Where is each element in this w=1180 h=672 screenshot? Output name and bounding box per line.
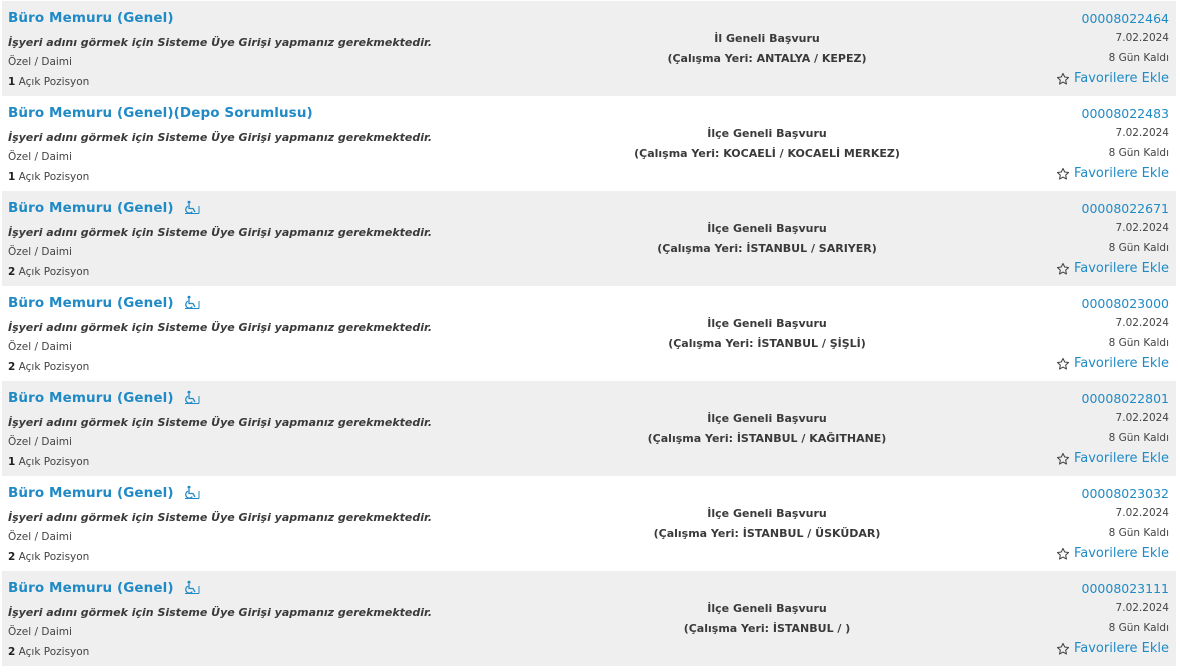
work-location: (Çalışma Yeri: İSTANBUL / SARIYER): [657, 242, 877, 255]
listing-date: 7.02.2024: [1115, 222, 1169, 234]
days-remaining: 8 Gün Kaldı: [1108, 432, 1169, 444]
employment-type: Özel / Daimi: [8, 246, 72, 258]
listing-code-link[interactable]: 00008023111: [1082, 581, 1169, 596]
job-title-link[interactable]: Büro Memuru (Genel): [8, 580, 200, 596]
listing-code-link[interactable]: 00008022801: [1082, 391, 1169, 406]
wheelchair-icon: [184, 200, 200, 214]
job-title-link[interactable]: Büro Memuru (Genel): [8, 390, 200, 406]
company-notice: İşyeri adını görmek için Sisteme Üye Gir…: [8, 511, 433, 524]
star-icon: [1056, 357, 1070, 370]
job-listing-row: Büro Memuru (Genel) İşyeri adını görmek …: [2, 476, 1176, 571]
company-notice: İşyeri adını görmek için Sisteme Üye Gir…: [8, 416, 433, 429]
job-listing-row: Büro Memuru (Genel) İşyeri adını görmek …: [2, 381, 1176, 476]
days-remaining: 8 Gün Kaldı: [1108, 147, 1169, 159]
work-location: (Çalışma Yeri: İSTANBUL / ): [683, 622, 851, 635]
add-to-favorites-button[interactable]: Favorilere Ekle: [1056, 641, 1169, 656]
company-notice: İşyeri adını görmek için Sisteme Üye Gir…: [8, 131, 433, 144]
application-scope: İlçe Geneli Başvuru: [707, 317, 827, 330]
days-remaining: 8 Gün Kaldı: [1108, 622, 1169, 634]
star-icon: [1056, 547, 1070, 560]
wheelchair-icon: [184, 390, 200, 404]
company-notice: İşyeri adını görmek için Sisteme Üye Gir…: [8, 226, 433, 239]
employment-type: Özel / Daimi: [8, 151, 72, 163]
listing-code-link[interactable]: 00008022671: [1082, 201, 1169, 216]
open-positions: 1 Açık Pozisyon: [8, 171, 90, 183]
star-icon: [1056, 642, 1070, 655]
star-icon: [1056, 167, 1070, 180]
days-remaining: 8 Gün Kaldı: [1108, 337, 1169, 349]
work-location: (Çalışma Yeri: İSTANBUL / ÜSKÜDAR): [653, 527, 881, 540]
job-listing-row: Büro Memuru (Genel) İşyeri adını görmek …: [2, 1, 1176, 96]
job-title-link[interactable]: Büro Memuru (Genel): [8, 200, 200, 216]
listing-date: 7.02.2024: [1115, 602, 1169, 614]
add-to-favorites-button[interactable]: Favorilere Ekle: [1056, 451, 1169, 466]
application-scope: İlçe Geneli Başvuru: [707, 602, 827, 615]
work-location: (Çalışma Yeri: İSTANBUL / ŞİŞLİ): [668, 337, 866, 350]
employment-type: Özel / Daimi: [8, 341, 72, 353]
job-listing-row: Büro Memuru (Genel) İşyeri adını görmek …: [2, 571, 1176, 666]
star-icon: [1056, 72, 1070, 85]
job-title-link[interactable]: Büro Memuru (Genel): [8, 295, 200, 311]
days-remaining: 8 Gün Kaldı: [1108, 527, 1169, 539]
employment-type: Özel / Daimi: [8, 56, 72, 68]
job-listing-row: Büro Memuru (Genel) İşyeri adını görmek …: [2, 191, 1176, 286]
open-positions: 1 Açık Pozisyon: [8, 76, 90, 88]
listing-date: 7.02.2024: [1115, 507, 1169, 519]
add-to-favorites-button[interactable]: Favorilere Ekle: [1056, 546, 1169, 561]
employment-type: Özel / Daimi: [8, 626, 72, 638]
application-scope: İlçe Geneli Başvuru: [707, 222, 827, 235]
days-remaining: 8 Gün Kaldı: [1108, 52, 1169, 64]
job-title-link[interactable]: Büro Memuru (Genel): [8, 10, 174, 26]
wheelchair-icon: [184, 295, 200, 309]
wheelchair-icon: [184, 580, 200, 594]
work-location: (Çalışma Yeri: İSTANBUL / KAĞITHANE): [647, 432, 887, 445]
employment-type: Özel / Daimi: [8, 531, 72, 543]
job-title-link[interactable]: Büro Memuru (Genel): [8, 485, 200, 501]
listing-date: 7.02.2024: [1115, 412, 1169, 424]
application-scope: İlçe Geneli Başvuru: [707, 127, 827, 140]
application-scope: İlçe Geneli Başvuru: [707, 507, 827, 520]
job-listing-row: Büro Memuru (Genel) İşyeri adını görmek …: [2, 286, 1176, 381]
application-scope: İlçe Geneli Başvuru: [707, 412, 827, 425]
open-positions: 2 Açık Pozisyon: [8, 266, 90, 278]
open-positions: 2 Açık Pozisyon: [8, 646, 90, 658]
application-scope: İl Geneli Başvuru: [714, 32, 820, 45]
listing-code-link[interactable]: 00008023000: [1082, 296, 1169, 311]
star-icon: [1056, 452, 1070, 465]
listing-code-link[interactable]: 00008023032: [1082, 486, 1169, 501]
days-remaining: 8 Gün Kaldı: [1108, 242, 1169, 254]
open-positions: 2 Açık Pozisyon: [8, 361, 90, 373]
listing-code-link[interactable]: 00008022483: [1082, 106, 1169, 121]
job-title-link[interactable]: Büro Memuru (Genel)(Depo Sorumlusu): [8, 105, 313, 121]
job-listing-row: Büro Memuru (Genel)(Depo Sorumlusu) İşye…: [2, 96, 1176, 191]
add-to-favorites-button[interactable]: Favorilere Ekle: [1056, 166, 1169, 181]
listing-date: 7.02.2024: [1115, 127, 1169, 139]
listing-code-link[interactable]: 00008022464: [1082, 11, 1169, 26]
company-notice: İşyeri adını görmek için Sisteme Üye Gir…: [8, 606, 433, 619]
wheelchair-icon: [184, 485, 200, 499]
employment-type: Özel / Daimi: [8, 436, 72, 448]
work-location: (Çalışma Yeri: KOCAELİ / KOCAELİ MERKEZ): [634, 147, 900, 160]
add-to-favorites-button[interactable]: Favorilere Ekle: [1056, 71, 1169, 86]
star-icon: [1056, 262, 1070, 275]
company-notice: İşyeri adını görmek için Sisteme Üye Gir…: [8, 36, 433, 49]
add-to-favorites-button[interactable]: Favorilere Ekle: [1056, 261, 1169, 276]
listing-date: 7.02.2024: [1115, 32, 1169, 44]
open-positions: 1 Açık Pozisyon: [8, 456, 90, 468]
work-location: (Çalışma Yeri: ANTALYA / KEPEZ): [667, 52, 867, 65]
add-to-favorites-button[interactable]: Favorilere Ekle: [1056, 356, 1169, 371]
listing-date: 7.02.2024: [1115, 317, 1169, 329]
open-positions: 2 Açık Pozisyon: [8, 551, 90, 563]
job-listing-list: Büro Memuru (Genel) İşyeri adını görmek …: [0, 0, 1180, 672]
company-notice: İşyeri adını görmek için Sisteme Üye Gir…: [8, 321, 433, 334]
